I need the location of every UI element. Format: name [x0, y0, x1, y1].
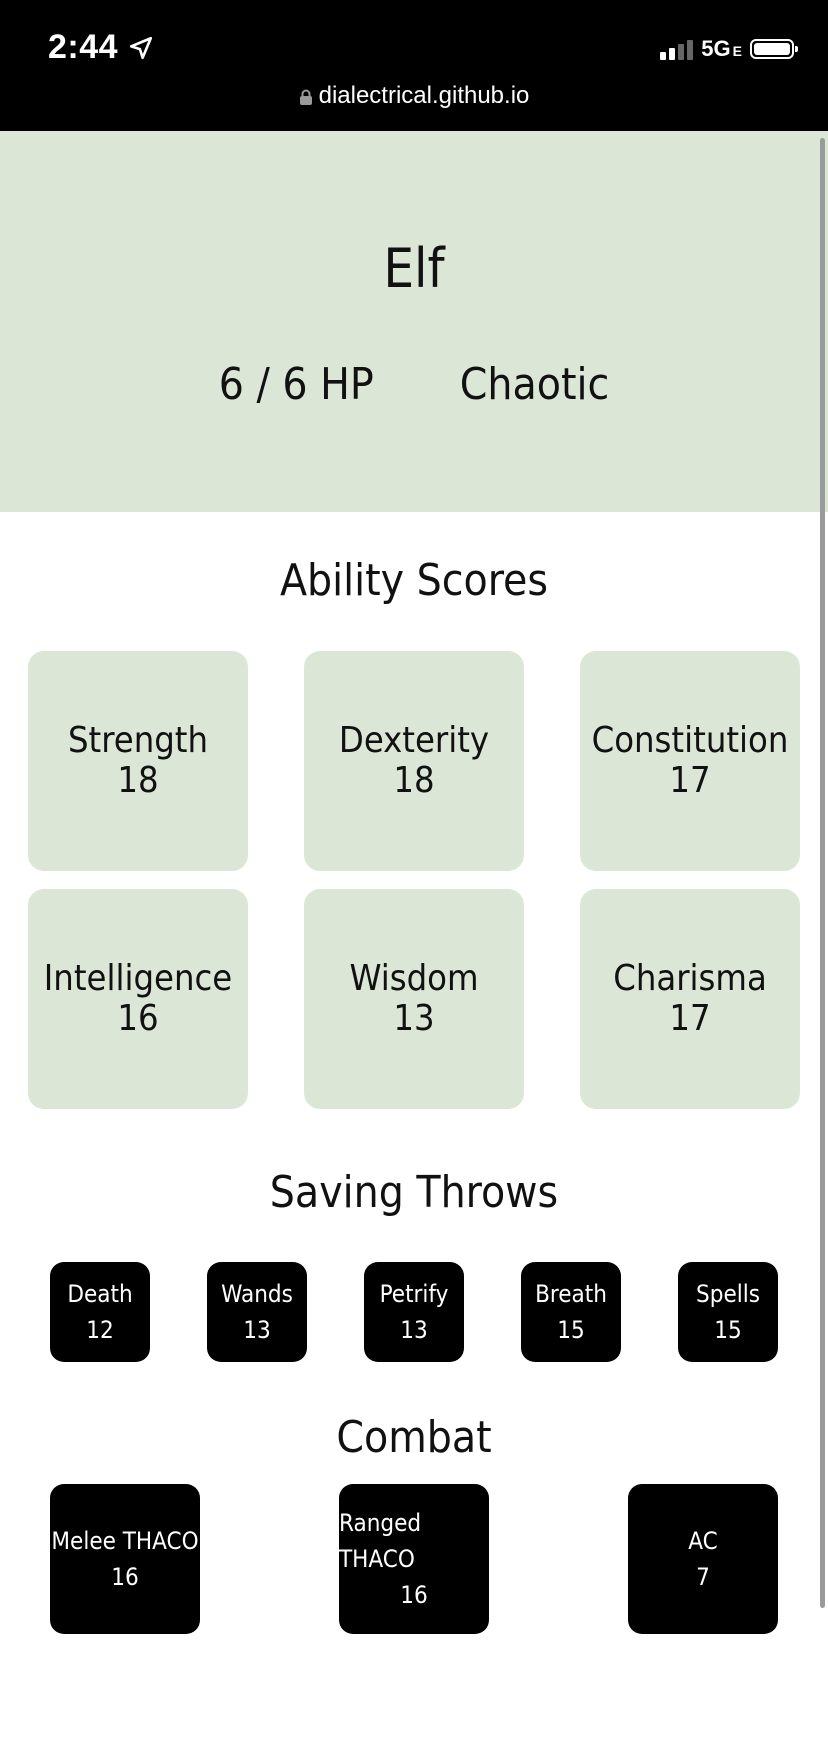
ability-card-constitution: Constitution 17	[580, 651, 800, 871]
save-value: 15	[557, 1316, 585, 1344]
ability-value: 17	[669, 998, 711, 1039]
clock-time: 2:44	[48, 28, 119, 66]
lock-icon	[299, 89, 312, 105]
combat-value: 7	[696, 1563, 710, 1591]
ability-value: 18	[393, 760, 435, 801]
ability-card-dexterity: Dexterity 18	[304, 651, 524, 871]
url-text: dialectrical.github.io	[318, 82, 530, 109]
ability-value: 17	[669, 760, 711, 801]
status-bar: 2:44 5G E dialectrical.github.io	[0, 0, 828, 131]
ability-label: Wisdom	[349, 958, 479, 999]
combat-label: AC	[688, 1527, 718, 1555]
network-suffix: E	[732, 43, 742, 59]
clock: 2:44	[48, 28, 154, 67]
address-bar[interactable]: dialectrical.github.io	[0, 82, 828, 110]
save-label: Death	[67, 1280, 133, 1308]
ability-card-wisdom: Wisdom 13	[304, 889, 524, 1109]
location-arrow-icon	[130, 36, 153, 59]
ability-label: Strength	[67, 720, 209, 761]
scrollbar[interactable]	[820, 138, 825, 1608]
ability-label: Charisma	[613, 958, 767, 999]
ability-scores-title: Ability Scores	[279, 555, 549, 606]
hit-points: 6 / 6 HP	[218, 359, 374, 410]
ability-label: Constitution	[591, 720, 789, 761]
save-value: 13	[243, 1316, 271, 1344]
network-label: 5G	[701, 36, 731, 61]
combat-value: 16	[400, 1581, 428, 1609]
combat-card-ac: AC 7	[628, 1484, 778, 1634]
signal-icon	[660, 38, 694, 60]
character-stats-line: 6 / 6 HP Chaotic	[0, 359, 828, 410]
ability-card-strength: Strength 18	[28, 651, 248, 871]
save-card-death: Death 12	[50, 1262, 150, 1362]
ability-card-intelligence: Intelligence 16	[28, 889, 248, 1109]
ability-value: 18	[117, 760, 159, 801]
save-label: Breath	[535, 1280, 607, 1308]
save-card-spells: Spells 15	[678, 1262, 778, 1362]
combat-card-ranged-thaco: Ranged THACO 16	[339, 1484, 489, 1634]
save-label: Wands	[221, 1280, 293, 1308]
save-label: Petrify	[379, 1280, 449, 1308]
save-label: Spells	[696, 1280, 760, 1308]
ability-card-charisma: Charisma 17	[580, 889, 800, 1109]
combat-label: Melee THACO	[51, 1527, 199, 1555]
combat-card-melee-thaco: Melee THACO 16	[50, 1484, 200, 1634]
ability-label: Dexterity	[338, 720, 490, 761]
combat-value: 16	[111, 1563, 139, 1591]
character-race: Elf	[383, 237, 445, 300]
save-value: 12	[86, 1316, 114, 1344]
ability-label: Intelligence	[43, 958, 233, 999]
save-value: 15	[714, 1316, 742, 1344]
status-indicators: 5G E	[660, 36, 798, 62]
save-card-petrify: Petrify 13	[364, 1262, 464, 1362]
combat-label: Ranged THACO	[339, 1509, 422, 1573]
saving-throws-title: Saving Throws	[269, 1167, 559, 1218]
combat-title: Combat	[336, 1412, 492, 1463]
alignment: Chaotic	[459, 359, 610, 410]
ability-value: 16	[117, 998, 159, 1039]
save-value: 13	[400, 1316, 428, 1344]
character-header: Elf 6 / 6 HP Chaotic	[0, 131, 828, 512]
battery-icon	[750, 39, 798, 59]
ability-value: 13	[393, 998, 435, 1039]
save-card-wands: Wands 13	[207, 1262, 307, 1362]
save-card-breath: Breath 15	[521, 1262, 621, 1362]
